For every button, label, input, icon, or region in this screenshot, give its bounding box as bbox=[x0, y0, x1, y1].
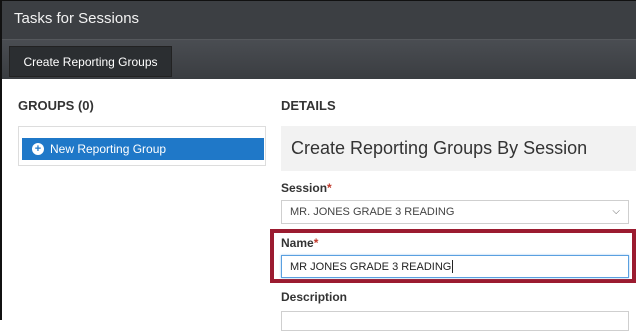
session-required-mark: * bbox=[327, 181, 332, 195]
new-reporting-group-label: New Reporting Group bbox=[50, 142, 167, 156]
name-label-text: Name bbox=[281, 236, 314, 250]
description-input[interactable] bbox=[281, 311, 629, 331]
tab-create-reporting-groups[interactable]: Create Reporting Groups bbox=[9, 46, 172, 77]
name-input[interactable]: MR JONES GRADE 3 READING bbox=[281, 255, 629, 278]
session-label-text: Session bbox=[281, 181, 328, 195]
session-label: Session* bbox=[281, 181, 332, 195]
details-heading: DETAILS bbox=[281, 98, 336, 113]
session-select[interactable]: MR. JONES GRADE 3 READING ⌵ bbox=[281, 200, 629, 224]
session-select-value: MR. JONES GRADE 3 READING bbox=[290, 206, 455, 218]
title-bar: Tasks for Sessions bbox=[2, 1, 636, 39]
plus-circle-icon: + bbox=[32, 143, 44, 155]
text-caret bbox=[452, 260, 454, 273]
new-reporting-group-button[interactable]: + New Reporting Group bbox=[22, 138, 264, 160]
details-panel-header: Create Reporting Groups By Session bbox=[281, 126, 636, 171]
window-title: Tasks for Sessions bbox=[14, 10, 140, 27]
chevron-down-icon: ⌵ bbox=[612, 206, 620, 217]
toolbar: Create Reporting Groups bbox=[2, 39, 636, 79]
name-required-mark: * bbox=[313, 236, 319, 250]
groups-heading: GROUPS (0) bbox=[18, 98, 94, 113]
details-panel-title: Create Reporting Groups By Session bbox=[291, 138, 588, 158]
description-label: Description bbox=[281, 290, 348, 304]
name-label: Name* bbox=[281, 236, 318, 250]
name-input-value: MR JONES GRADE 3 READING bbox=[290, 260, 452, 273]
